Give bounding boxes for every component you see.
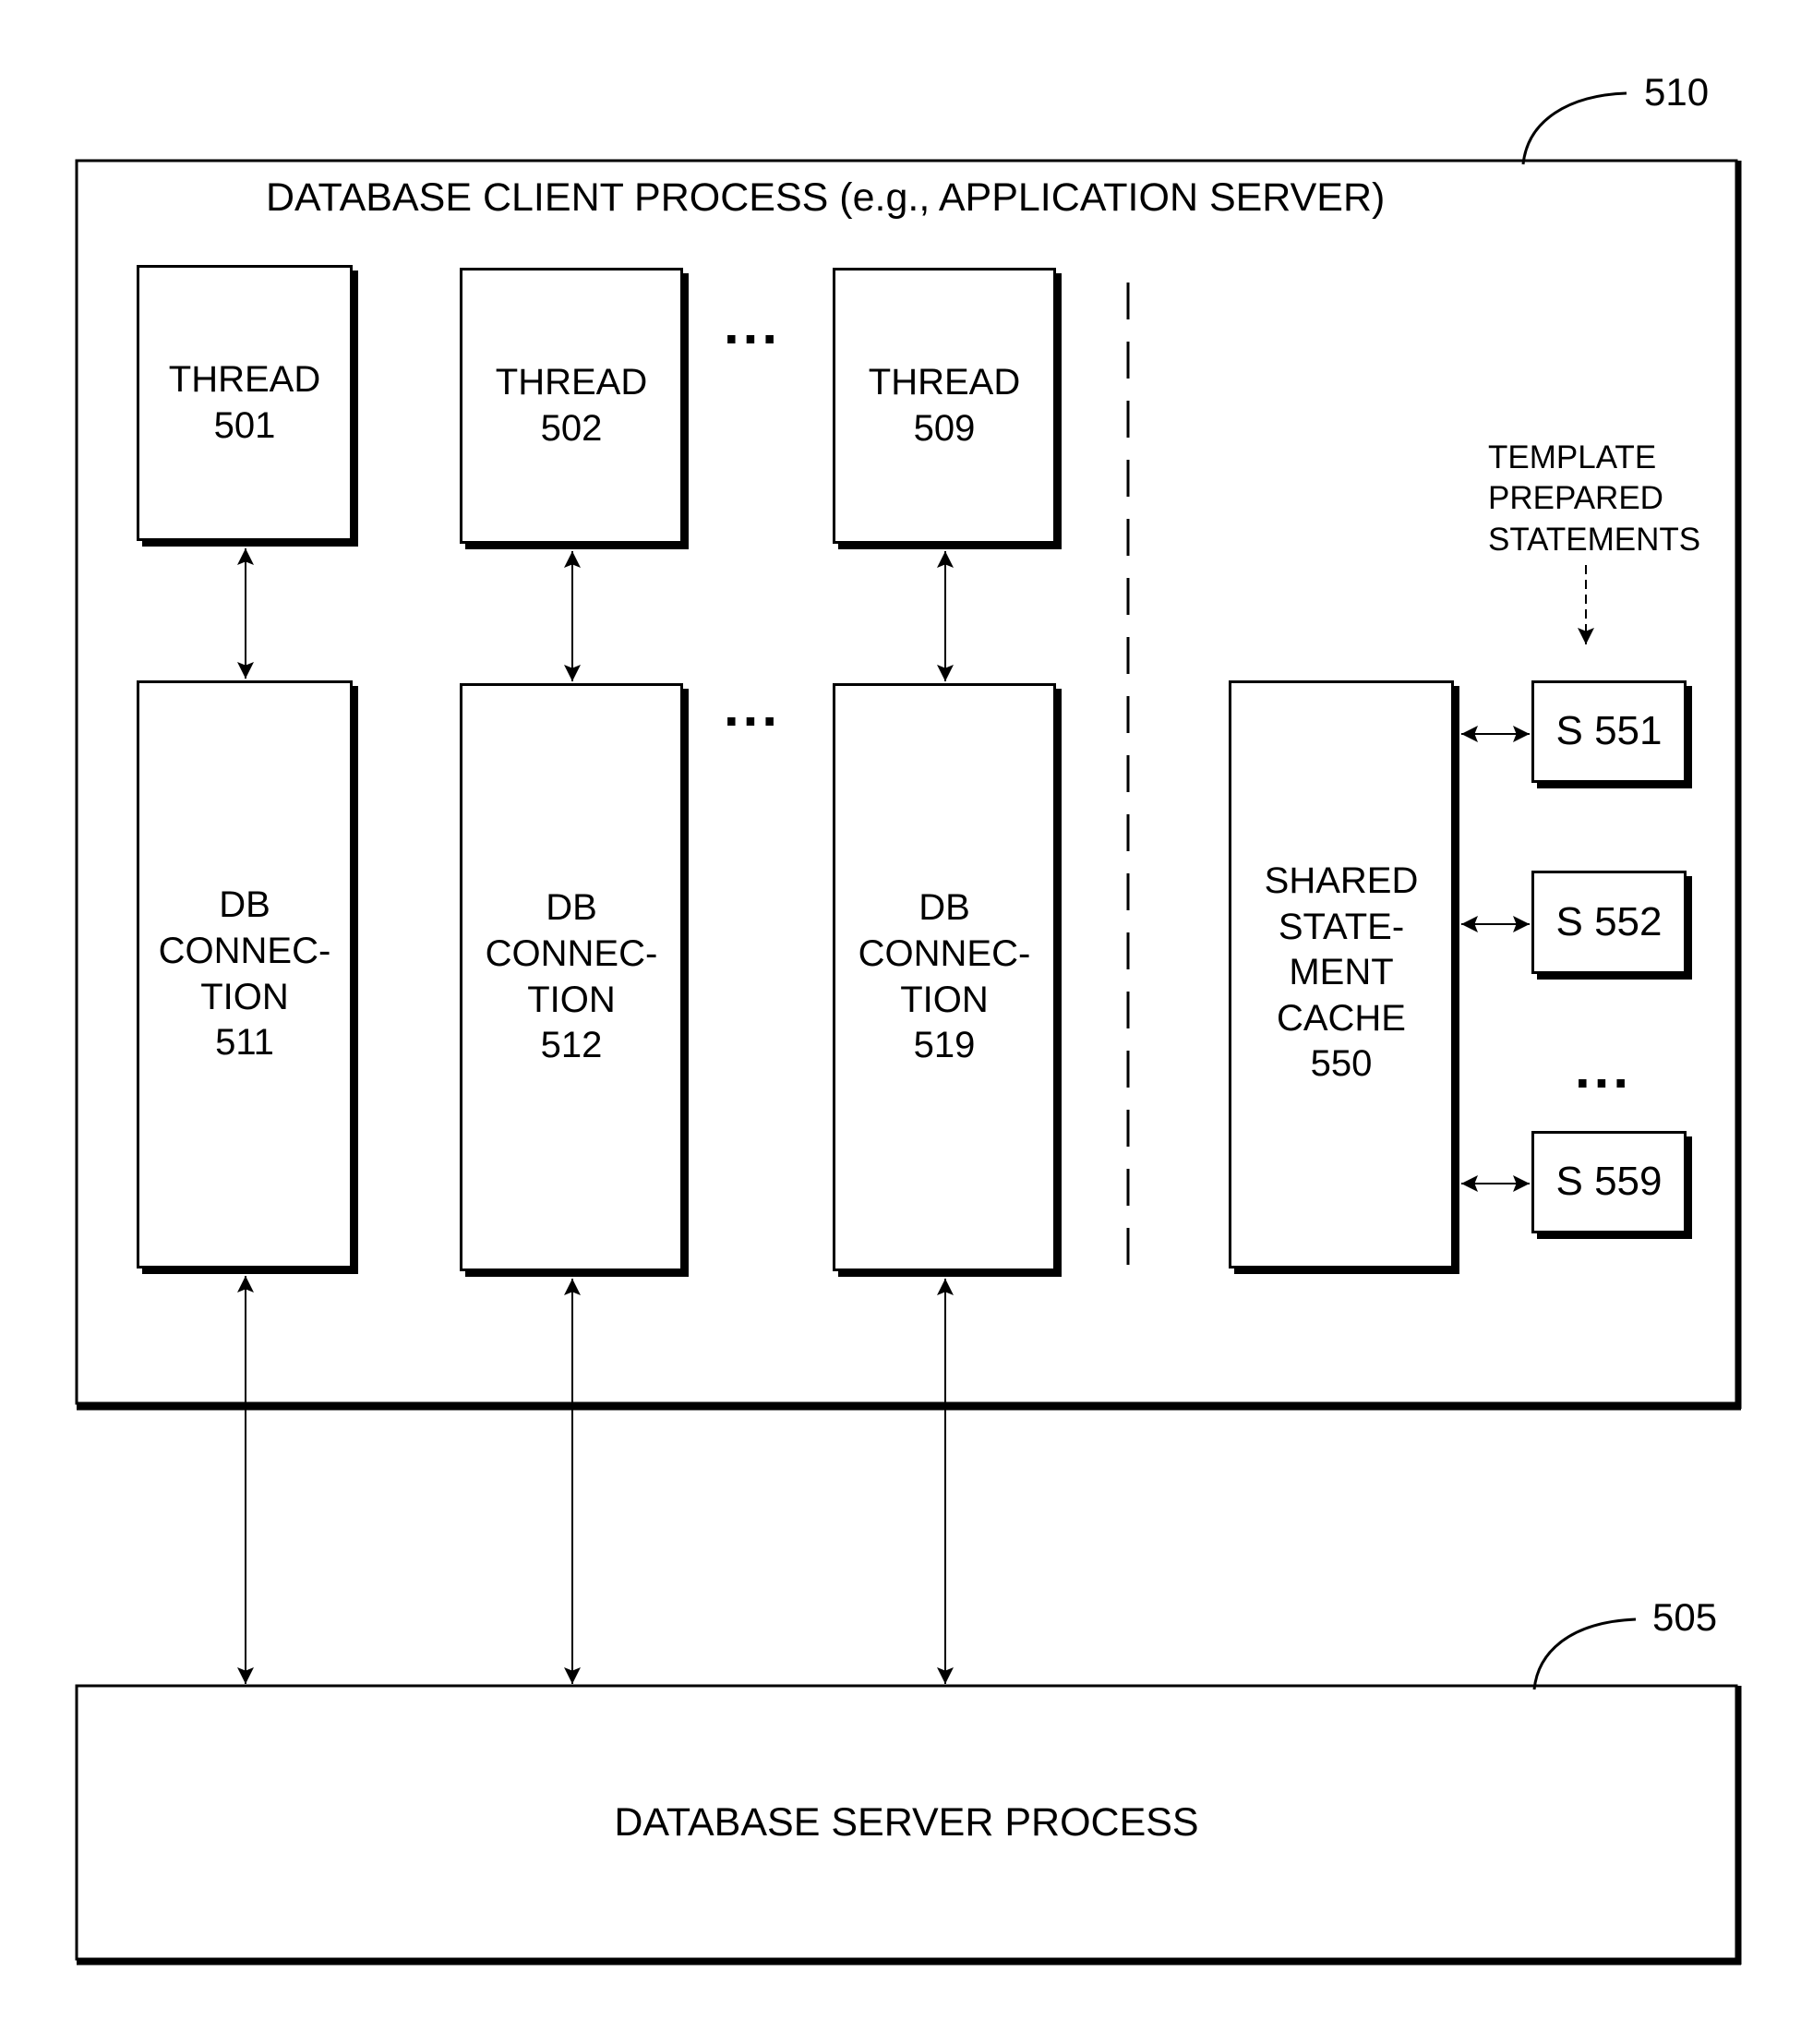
template-prepared-statements-note: TEMPLATE PREPARED STATEMENTS <box>1488 439 1701 558</box>
shared-statement-cache-label: SHARED STATE- MENT CACHE 550 <box>1264 860 1419 1085</box>
db-connection-519-label: DB CONNEC- TION 519 <box>858 887 1031 1066</box>
threads-ellipsis: ... <box>724 294 782 355</box>
thread-502-label: THREAD 502 <box>495 362 648 449</box>
db-connection-511: DB CONNEC- TION 511 <box>137 680 353 1268</box>
statement-s552: S 552 <box>1531 871 1687 974</box>
statement-s551: S 551 <box>1531 680 1687 783</box>
ref-510: 510 <box>1644 70 1710 114</box>
thread-501-label: THREAD 501 <box>168 359 321 446</box>
db-connection-511-label: DB CONNEC- TION 511 <box>158 884 331 1064</box>
ref-505: 505 <box>1652 1595 1718 1639</box>
statements-ellipsis: ... <box>1575 1038 1633 1100</box>
ref-505-leader <box>1532 1617 1637 1690</box>
db-connection-512: DB CONNEC- TION 512 <box>460 683 683 1271</box>
server-process-title: DATABASE SERVER PROCESS <box>614 1800 1199 1845</box>
ref-510-leader <box>1521 91 1627 165</box>
thread-501: THREAD 501 <box>137 265 353 541</box>
db-connection-512-label: DB CONNEC- TION 512 <box>485 887 658 1066</box>
thread-509: THREAD 509 <box>833 268 1056 544</box>
statement-s552-label: S 552 <box>1555 898 1663 944</box>
statement-s551-label: S 551 <box>1555 708 1663 754</box>
client-process-title: DATABASE CLIENT PROCESS (e.g., APPLICATI… <box>266 175 1386 220</box>
shared-statement-cache: SHARED STATE- MENT CACHE 550 <box>1229 680 1454 1268</box>
db-connection-519: DB CONNEC- TION 519 <box>833 683 1056 1271</box>
thread-502: THREAD 502 <box>460 268 683 544</box>
statement-s559: S 559 <box>1531 1131 1687 1233</box>
thread-509-label: THREAD 509 <box>868 362 1021 449</box>
connections-ellipsis: ... <box>724 676 782 738</box>
statement-s559-label: S 559 <box>1555 1159 1663 1205</box>
